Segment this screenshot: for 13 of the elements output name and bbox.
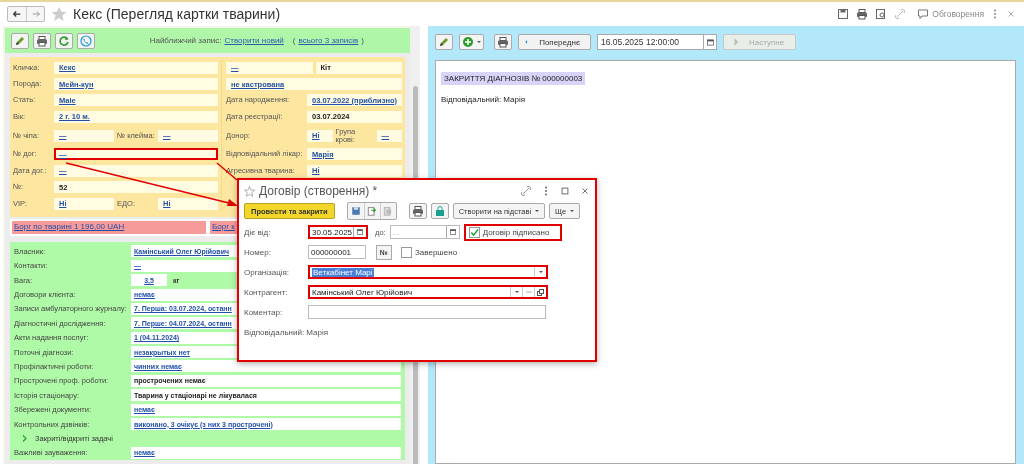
field-label: Коментар: [244,307,284,317]
document-title: ЗАКРИТТЯ ДІАГНОЗІВ № 000000003 [441,72,586,85]
field-label: Організація: [244,267,291,277]
responsible-text: Відповідальний: Марія [244,327,329,337]
nearest-visit-label: Найближчий запис: [149,36,222,46]
dialog-title: Договір (створення) * [259,184,379,198]
window-title: Кекс (Перегляд картки тварини) [73,6,281,22]
field-label: Діє від: [244,227,272,237]
paren-text: ( [292,36,296,46]
responsible-text: Відповідальний: Марія [441,95,527,104]
field-label: Номер: [244,247,272,257]
paren-text: ) [361,36,364,46]
field-label: Контрагент: [244,287,289,297]
